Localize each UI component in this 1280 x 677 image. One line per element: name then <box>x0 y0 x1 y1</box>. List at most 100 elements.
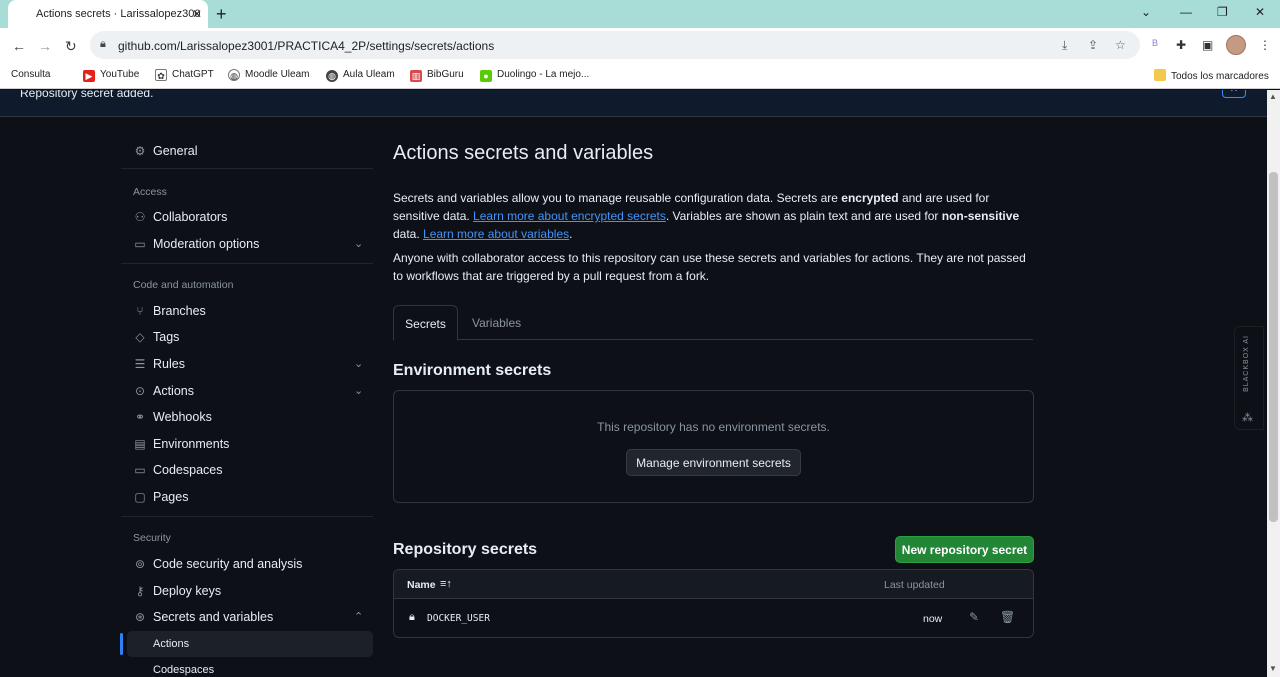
sidebar-item-general[interactable]: ⚙ General <box>133 144 198 158</box>
play-icon: ⊙ <box>134 384 146 398</box>
install-icon[interactable]: ⤓ <box>1062 38 1067 53</box>
sidebar-heading-security: Security <box>133 532 171 544</box>
new-repository-secret-button[interactable]: New repository secret <box>895 536 1034 563</box>
bookmark-chatgpt[interactable]: ✿ ChatGPT <box>155 69 214 81</box>
table-header: Name ≡↑ Last updated <box>394 570 1033 599</box>
profile-avatar[interactable] <box>1226 35 1246 55</box>
sidebar-item-environments[interactable]: ▤ Environments <box>133 437 229 451</box>
side-panel-icon[interactable]: ▣ <box>1202 38 1213 52</box>
lock-icon: 🔒︎ <box>409 611 415 623</box>
server-icon: ▤ <box>134 437 146 451</box>
bookmark-consulta[interactable]: Consulta <box>11 69 50 80</box>
environment-secrets-box: This repository has no environment secre… <box>393 390 1034 503</box>
sidebar-item-secrets-variables[interactable]: ⊛ Secrets and variables <box>133 610 273 624</box>
description-paragraph: Secrets and variables allow you to manag… <box>393 191 1020 241</box>
new-tab-button[interactable]: + <box>216 4 227 25</box>
sidebar-item-moderation[interactable]: ▭ Moderation options <box>133 237 259 251</box>
sidebar-subitem-codespaces[interactable]: Codespaces <box>153 664 214 676</box>
scroll-up-icon[interactable]: ▲ <box>1269 92 1277 101</box>
extension-b-icon[interactable]: B <box>1152 38 1158 48</box>
webhook-icon: ⚭ <box>134 410 146 424</box>
chevron-down-icon[interactable]: ⌄ <box>354 237 363 250</box>
tab-close-icon[interactable]: ✕ <box>192 7 202 21</box>
duolingo-icon: ● <box>480 70 492 82</box>
menu-icon[interactable]: ⋮ <box>1259 38 1271 52</box>
pencil-icon[interactable]: ✎ <box>969 610 979 624</box>
people-icon: ⚇ <box>134 210 146 224</box>
bookmark-aula[interactable]: ◍ Aula Uleam <box>326 69 395 82</box>
column-last-updated: Last updated <box>884 579 945 591</box>
browser-icon: ▢ <box>134 490 146 504</box>
restore-icon[interactable]: ❐ <box>1217 5 1228 19</box>
book-icon: ▥ <box>410 70 422 82</box>
manage-environment-secrets-button[interactable]: Manage environment secrets <box>626 449 801 476</box>
tab-title: Actions secrets · Larissalopez300 <box>36 8 201 20</box>
page-content: Repository secret added. ✕ ⚙General Acce… <box>0 90 1267 677</box>
comment-icon: ▭ <box>134 237 146 251</box>
browser-tab-active[interactable]: Actions secrets · Larissalopez300 ✕ <box>8 0 208 28</box>
sidebar-item-pages[interactable]: ▢ Pages <box>133 490 188 504</box>
scroll-thumb[interactable] <box>1269 172 1278 522</box>
sidebar-subitem-actions[interactable]: Actions <box>153 638 189 650</box>
site-info-icon[interactable]: 🔒︎ <box>100 38 106 51</box>
globe-icon: ◍ <box>228 69 240 81</box>
share-icon[interactable]: ⇪ <box>1088 38 1098 52</box>
close-window-icon[interactable]: ✕ <box>1255 5 1265 19</box>
url-text: github.com/Larissalopez3001/PRACTICA4_2P… <box>118 39 495 53</box>
chatgpt-icon: ✿ <box>155 69 167 81</box>
environment-secrets-title: Environment secrets <box>393 362 552 379</box>
sidebar-item-collaborators[interactable]: ⚇ Collaborators <box>133 210 228 224</box>
bookmark-duolingo[interactable]: ● Duolingo - La mejo... <box>480 69 589 82</box>
sidebar-item-branches[interactable]: ⑂ Branches <box>133 304 205 318</box>
sidebar-divider <box>121 168 373 169</box>
chevron-up-icon[interactable]: ⌃ <box>354 610 363 623</box>
back-icon[interactable]: ← <box>12 38 26 54</box>
sidebar-divider <box>121 263 373 264</box>
tab-variables[interactable]: Variables <box>472 316 521 330</box>
scroll-down-icon[interactable]: ▼ <box>1269 664 1277 673</box>
tag-icon: ◇ <box>135 330 145 344</box>
reload-icon[interactable]: ↻ <box>65 38 77 55</box>
address-bar[interactable]: 🔒︎ github.com/Larissalopez3001/PRACTICA4… <box>90 31 1140 59</box>
bookmark-all[interactable]: Todos los marcadores <box>1154 69 1269 82</box>
sort-icon[interactable]: ≡↑ <box>440 578 452 590</box>
tab-secrets[interactable]: Secrets <box>393 305 458 341</box>
bookmark-star-icon[interactable]: ☆ <box>1115 38 1126 52</box>
chevron-down-icon[interactable]: ⌄ <box>354 384 363 397</box>
codespaces-icon: ▭ <box>134 463 146 477</box>
secrets-table: Name ≡↑ Last updated 🔒︎ DOCKER_USER now … <box>393 569 1034 638</box>
bookmark-youtube[interactable]: ▶ YouTube <box>83 69 139 82</box>
flash-close-icon[interactable]: ✕ <box>1222 90 1246 98</box>
bookmark-bibguru[interactable]: ▥ BibGuru <box>410 69 464 82</box>
minimize-icon[interactable]: — <box>1180 5 1192 19</box>
sidebar-item-rules[interactable]: ☰ Rules <box>133 357 185 371</box>
rules-icon: ☰ <box>134 357 146 371</box>
bookmark-moodle[interactable]: ◍ Moodle Uleam <box>228 69 309 81</box>
chevron-down-icon[interactable]: ⌄ <box>1141 5 1151 19</box>
sidebar-item-deploy-keys[interactable]: ⚷ Deploy keys <box>133 584 222 598</box>
browser-toolbar: ← → ↻ 🔒︎ github.com/Larissalopez3001/PRA… <box>0 28 1280 63</box>
column-name[interactable]: Name <box>407 579 436 591</box>
asterisk-icon: ⊛ <box>134 610 146 624</box>
learn-more-variables-link[interactable]: Learn more about variables <box>423 227 569 241</box>
page-scrollbar[interactable]: ▲ ▼ <box>1267 90 1280 677</box>
trash-icon[interactable]: 🗑︎ <box>1000 610 1015 624</box>
sidebar-item-webhooks[interactable]: ⚭ Webhooks <box>133 410 212 424</box>
learn-more-secrets-link[interactable]: Learn more about encrypted secrets <box>473 209 666 223</box>
globe-icon: ◍ <box>326 70 338 82</box>
codescan-icon: ⊚ <box>134 557 146 571</box>
sidebar-item-code-security[interactable]: ⊚ Code security and analysis <box>133 557 302 571</box>
sidebar-item-actions[interactable]: ⊙ Actions <box>133 384 194 398</box>
browser-tab-strip: Actions secrets · Larissalopez300 ✕ + ⌄ … <box>0 0 1280 28</box>
sidebar-item-tags[interactable]: ◇ Tags <box>133 330 179 344</box>
blackbox-dots-icon: ⁂ <box>1242 412 1253 424</box>
puzzle-icon[interactable]: ✚ <box>1176 38 1186 52</box>
blackbox-ai-widget[interactable]: BLACKBOX AI ⁂ <box>1234 326 1264 430</box>
flash-banner: Repository secret added. ✕ <box>0 90 1267 117</box>
chevron-down-icon[interactable]: ⌄ <box>354 357 363 370</box>
empty-state-text: This repository has no environment secre… <box>597 420 830 434</box>
sidebar-heading-code: Code and automation <box>133 279 234 291</box>
forward-icon[interactable]: → <box>38 38 52 54</box>
sidebar-item-codespaces[interactable]: ▭ Codespaces <box>133 463 222 477</box>
collaborator-note: Anyone with collaborator access to this … <box>393 251 1026 283</box>
